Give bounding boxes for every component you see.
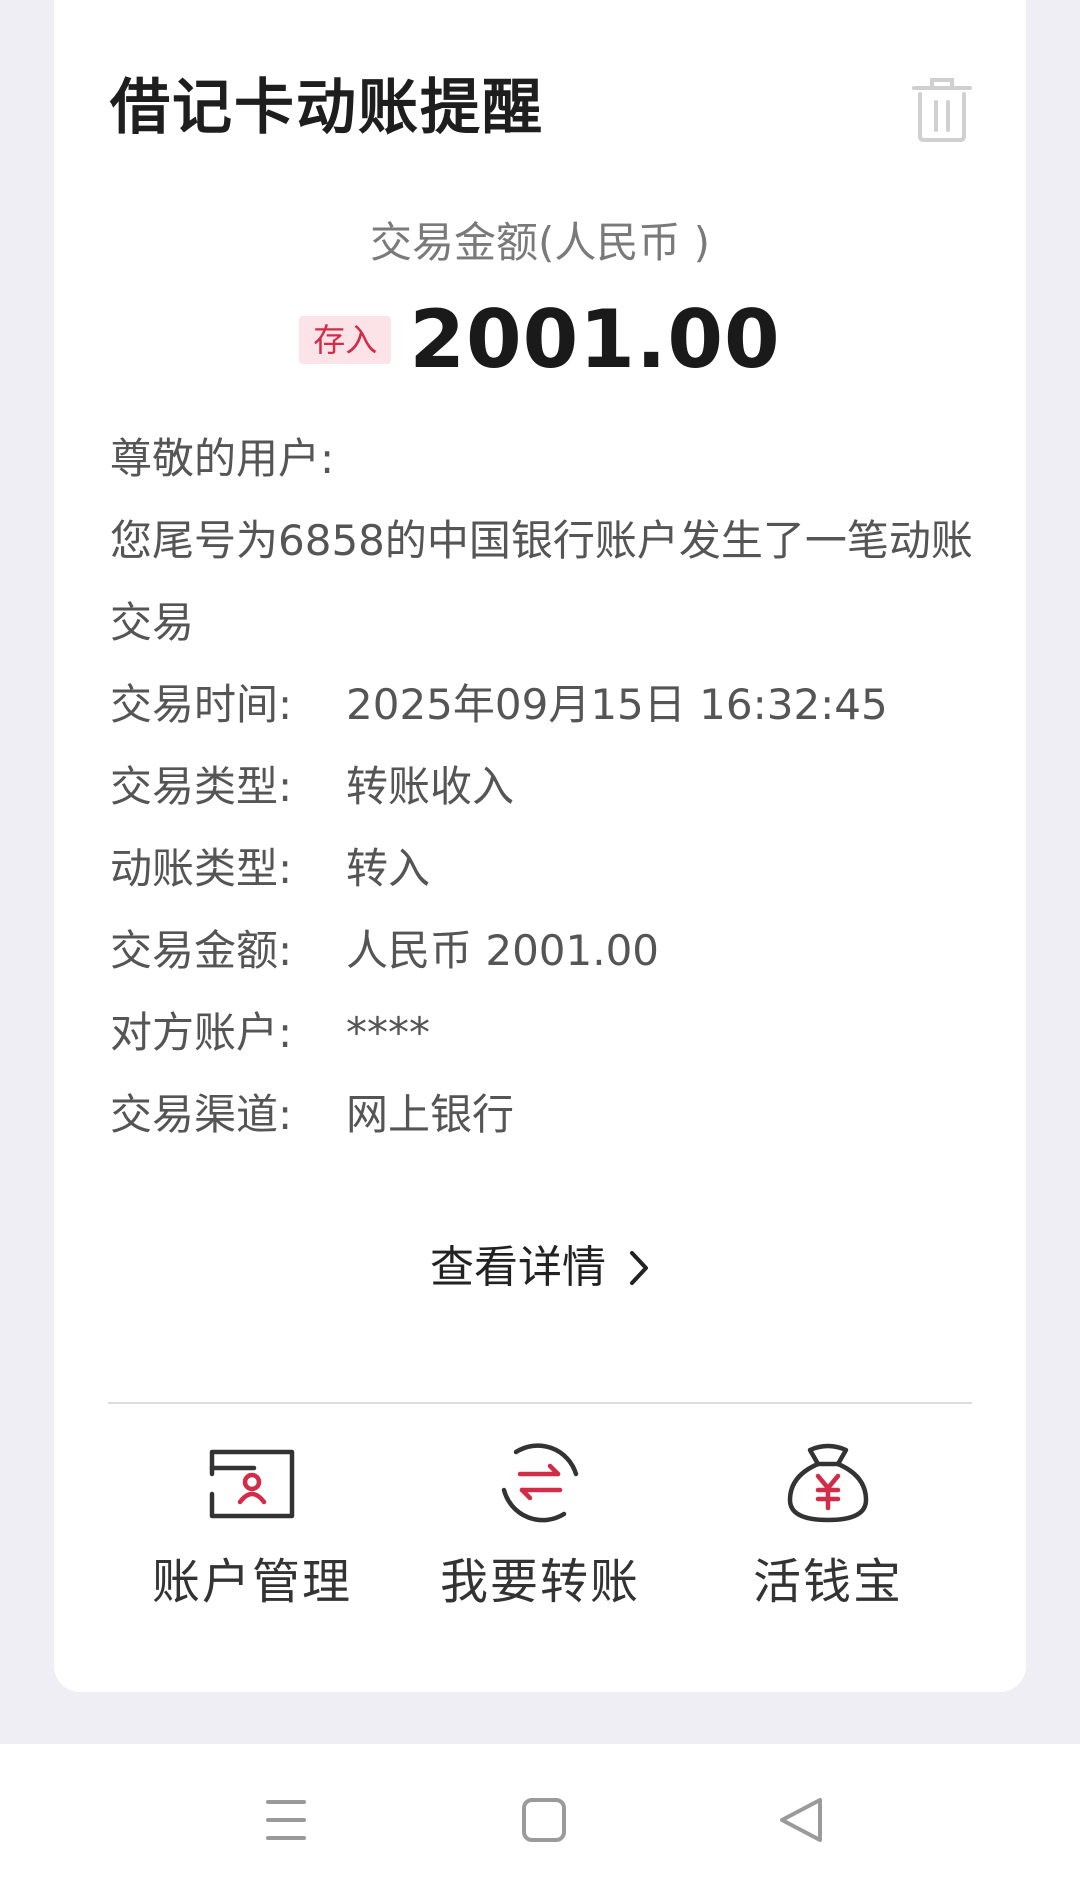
field-row: 交易类型: 转账收入 (110, 746, 982, 828)
field-label: 交易金额: (110, 926, 293, 975)
field-value: 人民币 2001.00 (346, 926, 660, 975)
action-label: 我要转账 (439, 1554, 640, 1610)
deposit-badge: 存入 (299, 316, 392, 364)
home-icon[interactable] (504, 1780, 584, 1860)
chevron-right-icon (630, 1251, 648, 1285)
amount-label: 交易金额(人民币 ) (369, 218, 711, 267)
field-value: 转入 (346, 844, 431, 893)
field-row: 交易金额: 人民币 2001.00 (110, 910, 982, 992)
amount-row: 存入 2001.00 (54, 300, 1026, 380)
field-value: 转账收入 (346, 762, 515, 811)
field-value: **** (346, 1008, 430, 1057)
message-text: 您尾号为6858的中国银行账户发生了一笔动账交易 (110, 516, 973, 647)
field-label: 交易时间: (110, 680, 293, 729)
account-card-icon (209, 1449, 295, 1519)
trash-icon[interactable] (910, 74, 974, 144)
field-label: 对方账户: (110, 1008, 293, 1057)
action-label: 活钱宝 (752, 1554, 903, 1610)
action-label: 账户管理 (151, 1554, 352, 1610)
huoqianbao-button[interactable]: 活钱宝 (684, 1430, 972, 1606)
field-label: 交易类型: (110, 762, 293, 811)
amount-value: 2001.00 (409, 293, 781, 386)
menu-icon[interactable] (246, 1780, 326, 1860)
back-icon[interactable] (762, 1780, 842, 1860)
field-row: 对方账户: **** (110, 992, 982, 1074)
account-management-button[interactable]: 账户管理 (108, 1430, 396, 1606)
greeting: 尊敬的用户: (110, 434, 335, 483)
field-value: 2025年09月15日 16:32:45 (346, 680, 888, 729)
money-bag-icon (787, 1443, 869, 1523)
view-details-link[interactable]: 查看详情 (54, 1246, 1026, 1290)
field-label: 交易渠道: (110, 1090, 293, 1139)
notification-card: 借记卡动账提醒 交易金额(人民币 ) 存入 2001.00 尊敬的用户: 您尾号… (54, 0, 1026, 1692)
field-row: 交易时间: 2025年09月15日 16:32:45 (110, 664, 982, 746)
system-navigation-bar (0, 1744, 1080, 1892)
transfer-icon (501, 1443, 579, 1523)
field-row: 交易渠道: 网上银行 (110, 1074, 982, 1156)
transfer-button[interactable]: 我要转账 (396, 1430, 684, 1606)
field-row: 动账类型: 转入 (110, 828, 982, 910)
quick-actions: 账户管理 我要转账 活钱宝 (108, 1430, 972, 1606)
field-label: 动账类型: (110, 844, 293, 893)
card-title: 借记卡动账提醒 (110, 73, 544, 143)
message-body: 尊敬的用户: 您尾号为6858的中国银行账户发生了一笔动账交易 交易时间: 20… (110, 418, 982, 1156)
field-value: 网上银行 (346, 1090, 515, 1139)
divider (108, 1402, 972, 1404)
view-details-label: 查看详情 (430, 1242, 606, 1293)
